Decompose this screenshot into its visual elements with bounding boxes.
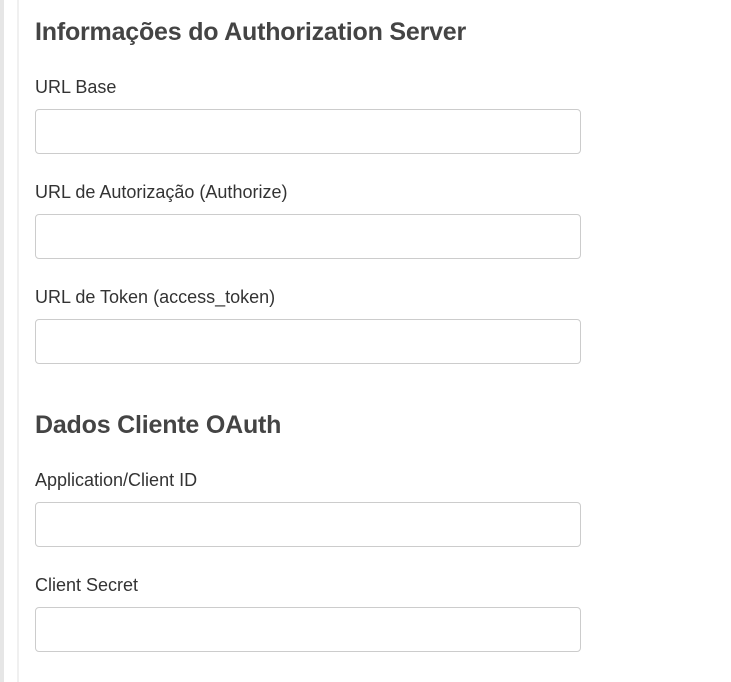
base-url-label: URL Base bbox=[35, 77, 117, 97]
base-url-input[interactable] bbox=[35, 109, 581, 154]
client-id-label: Application/Client ID bbox=[35, 470, 198, 490]
token-url-label: URL de Token (access_token) bbox=[35, 287, 276, 307]
client-id-input[interactable] bbox=[35, 502, 581, 547]
client-secret-label: Client Secret bbox=[35, 575, 139, 595]
authorize-url-input[interactable] bbox=[35, 214, 581, 259]
token-url-input[interactable] bbox=[35, 319, 581, 364]
client-secret-input[interactable] bbox=[35, 607, 581, 652]
left-panel-divider bbox=[17, 0, 19, 682]
oauth-client-section-title: Dados Cliente OAuth bbox=[35, 411, 282, 439]
authorize-url-label: URL de Autorização (Authorize) bbox=[35, 182, 288, 202]
left-panel-border bbox=[0, 0, 4, 682]
authorization-server-section-title: Informações do Authorization Server bbox=[35, 18, 467, 46]
